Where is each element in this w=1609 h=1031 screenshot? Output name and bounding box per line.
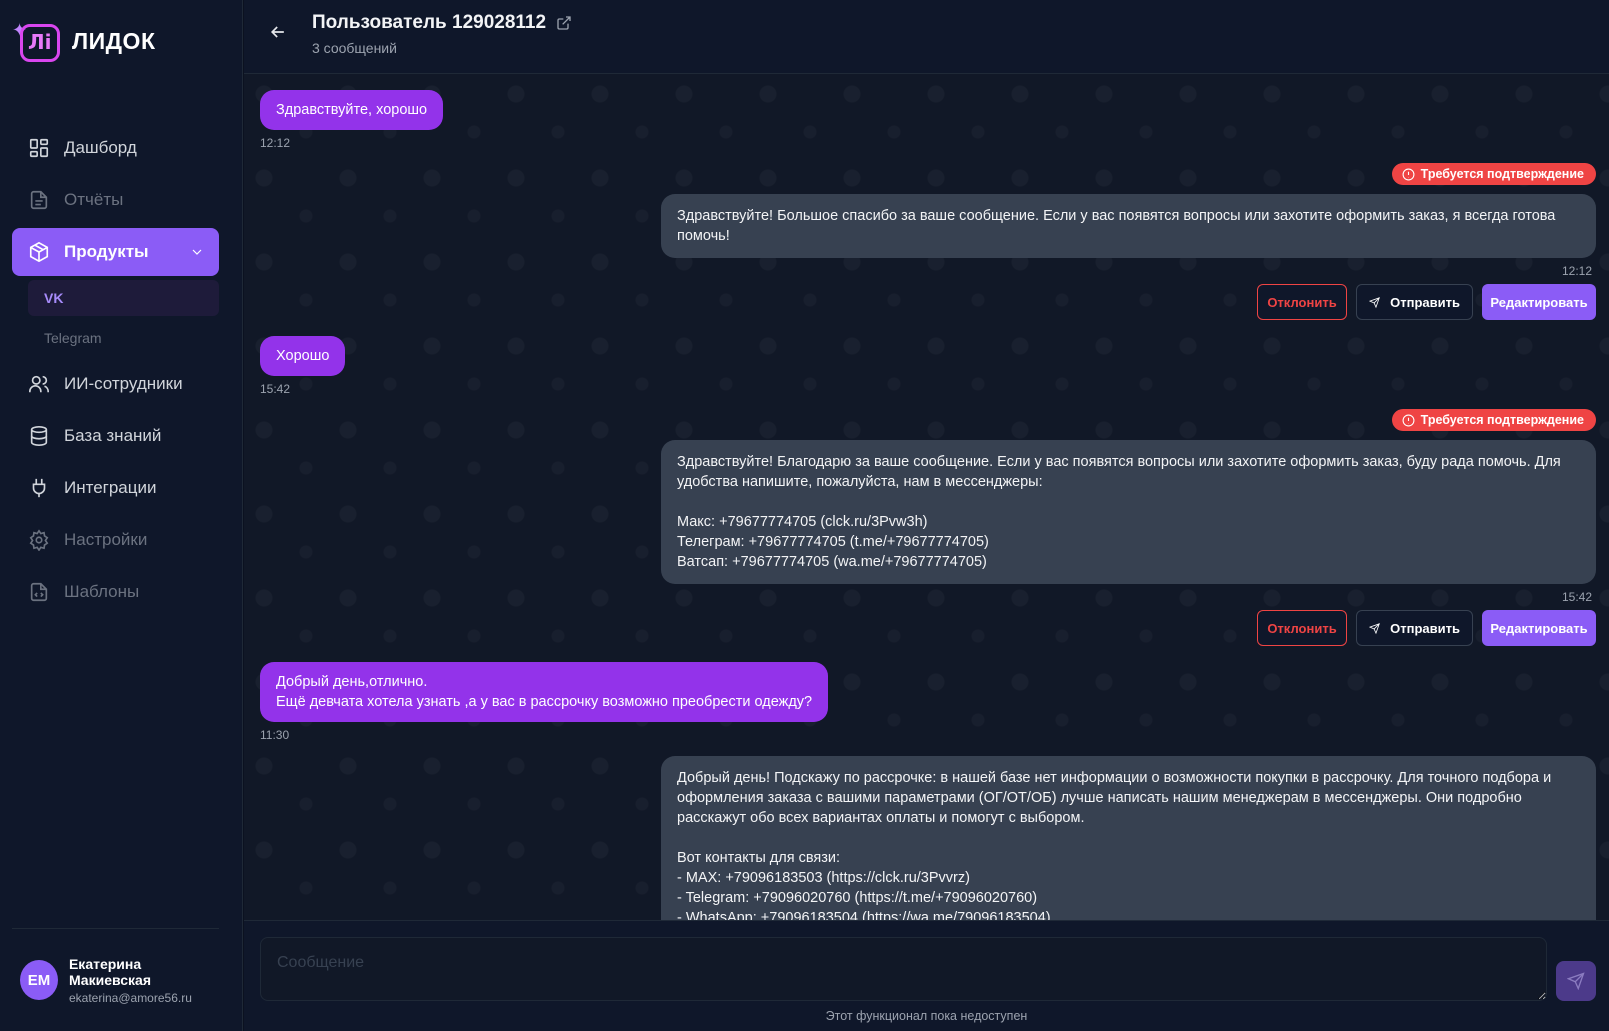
users-icon (29, 375, 49, 393)
reject-button[interactable]: Отклонить (1257, 284, 1347, 320)
message-bubble: Здравствуйте! Благодарю за ваше сообщени… (661, 440, 1596, 584)
message-bubble: Здравствуйте! Большое спасибо за ваше со… (661, 194, 1596, 258)
message-bubble: Здравствуйте, хорошо (260, 90, 444, 130)
message-input[interactable] (260, 937, 1547, 1001)
sidebar-item-products[interactable]: Продукты (12, 228, 219, 276)
user-email: ekaterina@amore56.ru (68, 990, 192, 1005)
message-actions: Отклонить Отправить Редактировать (1257, 610, 1596, 646)
sidebar-item-label: Интеграции (64, 478, 157, 497)
page-title: Пользователь 129028112 (312, 12, 572, 34)
message-time: 12:12 (260, 136, 291, 150)
logo-icon: ✦ Лi (12, 20, 60, 62)
sidebar-item-knowledge-base[interactable]: База знаний (12, 412, 219, 460)
box-icon (29, 241, 49, 263)
sidebar-item-label: Настройки (64, 530, 148, 549)
avatar: ЕМ (20, 960, 58, 1000)
message-outgoing: Здравствуйте! Большое спасибо за ваше со… (661, 194, 1596, 278)
confirmation-required-badge: Требуется подтверждение (1391, 409, 1596, 431)
message-incoming: Здравствуйте, хорошо 12:12 (260, 90, 444, 150)
sidebar-item-label: База знаний (64, 426, 162, 445)
edit-button[interactable]: Редактировать (1482, 610, 1596, 646)
products-submenu: VK Telegram (12, 280, 219, 356)
user-name: Екатерина Макиевская (68, 955, 151, 988)
send-button[interactable]: Отправить (1356, 284, 1473, 320)
database-icon (30, 426, 48, 446)
message-time: 15:42 (1561, 590, 1592, 604)
send-icon (1567, 972, 1585, 990)
message-time: 12:12 (1561, 264, 1592, 278)
message-composer: Этот функционал пока недоступен (244, 920, 1609, 1031)
sidebar-item-label: Дашборд (64, 138, 137, 157)
unavailable-notice: Этот функционал пока недоступен (825, 1009, 1028, 1023)
message-bubble: Хорошо (260, 336, 346, 376)
send-button[interactable]: Отправить (1356, 610, 1473, 646)
send-icon (1369, 622, 1380, 634)
chat-area: Здравствуйте, хорошо 12:12 Требуется под… (244, 74, 1609, 920)
sidebar-item-dashboard[interactable]: Дашборд (12, 124, 219, 172)
sidebar-item-templates[interactable]: Шаблоны (12, 568, 219, 616)
chat-header: Пользователь 129028112 3 сообщений (244, 0, 1609, 74)
report-icon (30, 190, 48, 210)
plug-icon (32, 478, 46, 498)
template-icon (30, 582, 48, 602)
message-outgoing: Добрый день! Подскажу по рассрочке: в на… (661, 756, 1596, 920)
sidebar-item-label: Шаблоны (64, 582, 140, 601)
reject-button[interactable]: Отклонить (1257, 610, 1347, 646)
sidebar-item-ai-staff[interactable]: ИИ-сотрудники (12, 360, 219, 408)
edit-button[interactable]: Редактировать (1482, 284, 1596, 320)
message-time: 11:30 (260, 728, 290, 742)
sidebar-item-reports[interactable]: Отчёты (12, 176, 219, 224)
sidebar-subitem-telegram[interactable]: Telegram (28, 320, 219, 356)
message-incoming: Добрый день,отлично. Ещё девчата хотела … (260, 662, 829, 742)
alert-circle-icon (1402, 168, 1415, 180)
message-count: 3 сообщений (312, 40, 397, 56)
message-bubble: Добрый день,отлично. Ещё девчата хотела … (260, 662, 829, 722)
dashboard-icon (29, 138, 49, 158)
send-message-button[interactable] (1556, 961, 1596, 1001)
message-actions: Отклонить Отправить Редактировать (1257, 284, 1596, 320)
user-profile[interactable]: ЕМ Екатерина Макиевская ekaterina@amore5… (12, 928, 219, 1031)
send-icon (1369, 296, 1380, 308)
confirmation-required-badge: Требуется подтверждение (1391, 163, 1596, 185)
message-time: 15:42 (260, 382, 291, 396)
sidebar-item-integrations[interactable]: Интеграции (12, 464, 219, 512)
sidebar-subitem-vk[interactable]: VK (28, 280, 219, 316)
logo[interactable]: ✦ Лi ЛИДОК (12, 20, 155, 62)
message-outgoing: Здравствуйте! Благодарю за ваше сообщени… (661, 440, 1596, 604)
alert-circle-icon (1402, 414, 1415, 426)
message-incoming: Хорошо 15:42 (260, 336, 346, 396)
sidebar: ✦ Лi ЛИДОК Дашборд Отчёты Продукты VK Te… (0, 0, 243, 1031)
main-nav: Дашборд Отчёты Продукты VK Telegram ИИ-с… (12, 124, 219, 620)
chevron-down-icon (192, 249, 202, 255)
sidebar-item-label: ИИ-сотрудники (64, 374, 183, 393)
sidebar-item-label: Отчёты (64, 190, 124, 209)
brand-name: ЛИДОК (72, 27, 156, 54)
gear-icon (29, 529, 49, 551)
external-link-icon[interactable] (556, 15, 572, 31)
sidebar-item-settings[interactable]: Настройки (12, 516, 219, 564)
message-bubble: Добрый день! Подскажу по рассрочке: в на… (661, 756, 1596, 920)
sidebar-item-label: Продукты (64, 242, 149, 261)
back-arrow-icon[interactable] (268, 22, 288, 42)
